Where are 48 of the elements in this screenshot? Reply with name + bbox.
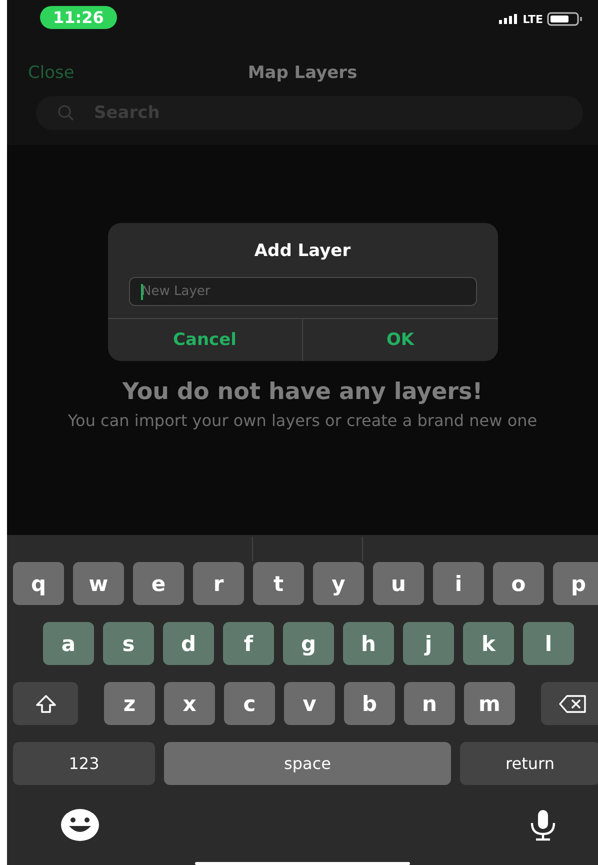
letter-key[interactable]: i [433,562,484,606]
return-key[interactable]: return [460,742,598,786]
space-key[interactable]: space [164,742,451,786]
letter-key[interactable]: r [193,562,244,606]
status-time: 11:26 [40,6,117,28]
letter-key[interactable]: k [463,622,514,666]
letter-key[interactable]: y [313,562,364,606]
letter-key[interactable]: b [344,682,395,726]
letter-key[interactable]: j [403,622,454,666]
delete-key[interactable] [541,682,598,726]
shift-icon [34,694,56,714]
letter-key[interactable]: u [373,562,424,606]
network-label: LTE [522,12,543,26]
screen-title: Map Layers [248,63,358,83]
letter-key[interactable]: z [104,682,155,726]
letter-key[interactable]: e [133,562,184,606]
empty-title: You do not have any layers! [122,379,483,405]
numbers-key[interactable]: 123 [13,742,155,786]
letter-key[interactable]: s [103,622,154,666]
search-icon [57,104,75,122]
letter-key[interactable]: a [43,622,94,666]
signal-icon [498,14,519,24]
microphone-icon[interactable] [528,809,558,842]
letter-key[interactable]: d [163,622,214,666]
letter-key[interactable]: m [464,682,515,726]
battery-icon [547,12,583,26]
layer-name-field[interactable]: New Layer [128,277,476,306]
backspace-icon [559,694,587,713]
letter-key[interactable]: o [493,562,544,606]
emoji-icon[interactable] [60,808,100,842]
letter-key[interactable]: l [523,622,574,666]
letter-key[interactable]: h [343,622,394,666]
dialog-title: Add Layer [253,241,352,261]
letter-key[interactable]: g [283,622,334,666]
letter-key[interactable]: c [224,682,275,726]
letter-key[interactable]: v [284,682,335,726]
letter-key[interactable]: n [404,682,455,726]
empty-message: You can import your own layers or create a brand new one [66,410,538,432]
shift-key[interactable] [13,682,78,726]
letter-key[interactable]: t [253,562,304,606]
letter-key[interactable]: f [223,622,274,666]
letter-key[interactable]: p [553,562,598,606]
cancel-button[interactable]: Cancel [108,319,302,361]
letter-key[interactable]: x [164,682,215,726]
ok-button[interactable]: OK [302,319,498,361]
letter-key[interactable]: q [13,562,64,606]
text-cursor [140,284,142,300]
letter-key[interactable]: w [73,562,124,606]
